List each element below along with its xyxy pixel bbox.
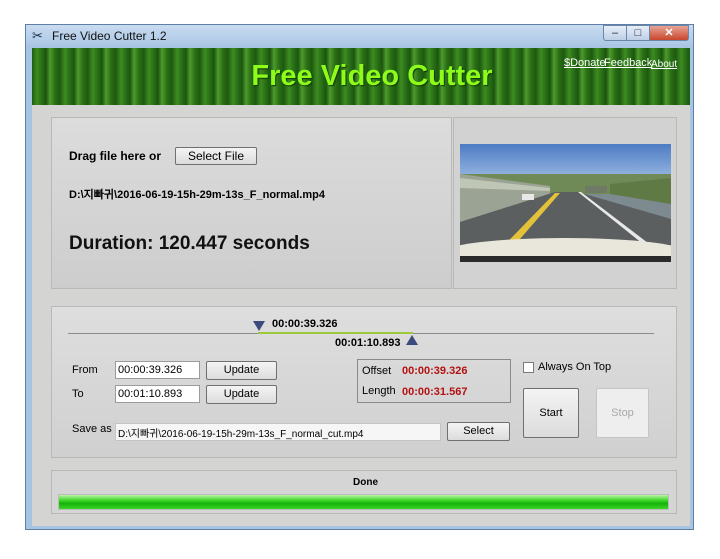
video-preview [460,144,671,262]
progress-fill [59,495,668,509]
file-path: D:\지빠귀\2016-06-19-15h-29m-13s_F_normal.m… [69,189,325,201]
status-text: Done [353,477,378,488]
select-file-button[interactable]: Select File [175,147,257,165]
start-button[interactable]: Start [523,388,579,438]
offset-label: Offset [362,365,392,377]
window-title: Free Video Cutter 1.2 [52,29,167,43]
always-on-top-checkbox[interactable] [523,362,534,373]
end-time-label: 00:01:10.893 [335,337,401,349]
timeline-selected-range [258,332,413,334]
feedback-link[interactable]: Feedback [604,57,652,69]
maximize-button[interactable]: □ [626,25,650,41]
save-as-label: Save as [72,423,112,435]
source-panel[interactable] [51,117,452,289]
end-marker-handle[interactable] [406,335,418,345]
to-input[interactable] [115,385,200,403]
update-from-button[interactable]: Update [206,361,277,380]
close-button[interactable]: ✕ [649,25,689,41]
always-on-top-label[interactable]: Always On Top [538,361,611,373]
minimize-button[interactable]: – [603,25,627,41]
select-output-button[interactable]: Select [447,422,510,441]
from-label: From [72,364,98,376]
duration-text: Duration: 120.447 seconds [69,233,310,254]
update-to-button[interactable]: Update [206,385,277,404]
start-time-label: 00:00:39.326 [272,318,338,330]
from-input[interactable] [115,361,200,379]
about-link[interactable]: About [651,59,677,70]
scissors-icon: ✂ [32,28,43,43]
offset-value: 00:00:39.326 [402,365,468,377]
length-value: 00:00:31.567 [402,386,468,398]
drag-label: Drag file here or [69,149,162,163]
start-marker-handle[interactable] [253,321,265,331]
stop-button[interactable]: Stop [596,388,649,438]
length-label: Length [362,385,396,397]
save-as-input[interactable] [115,423,441,441]
to-label: To [72,388,84,400]
donate-link[interactable]: $Donate [564,57,606,69]
